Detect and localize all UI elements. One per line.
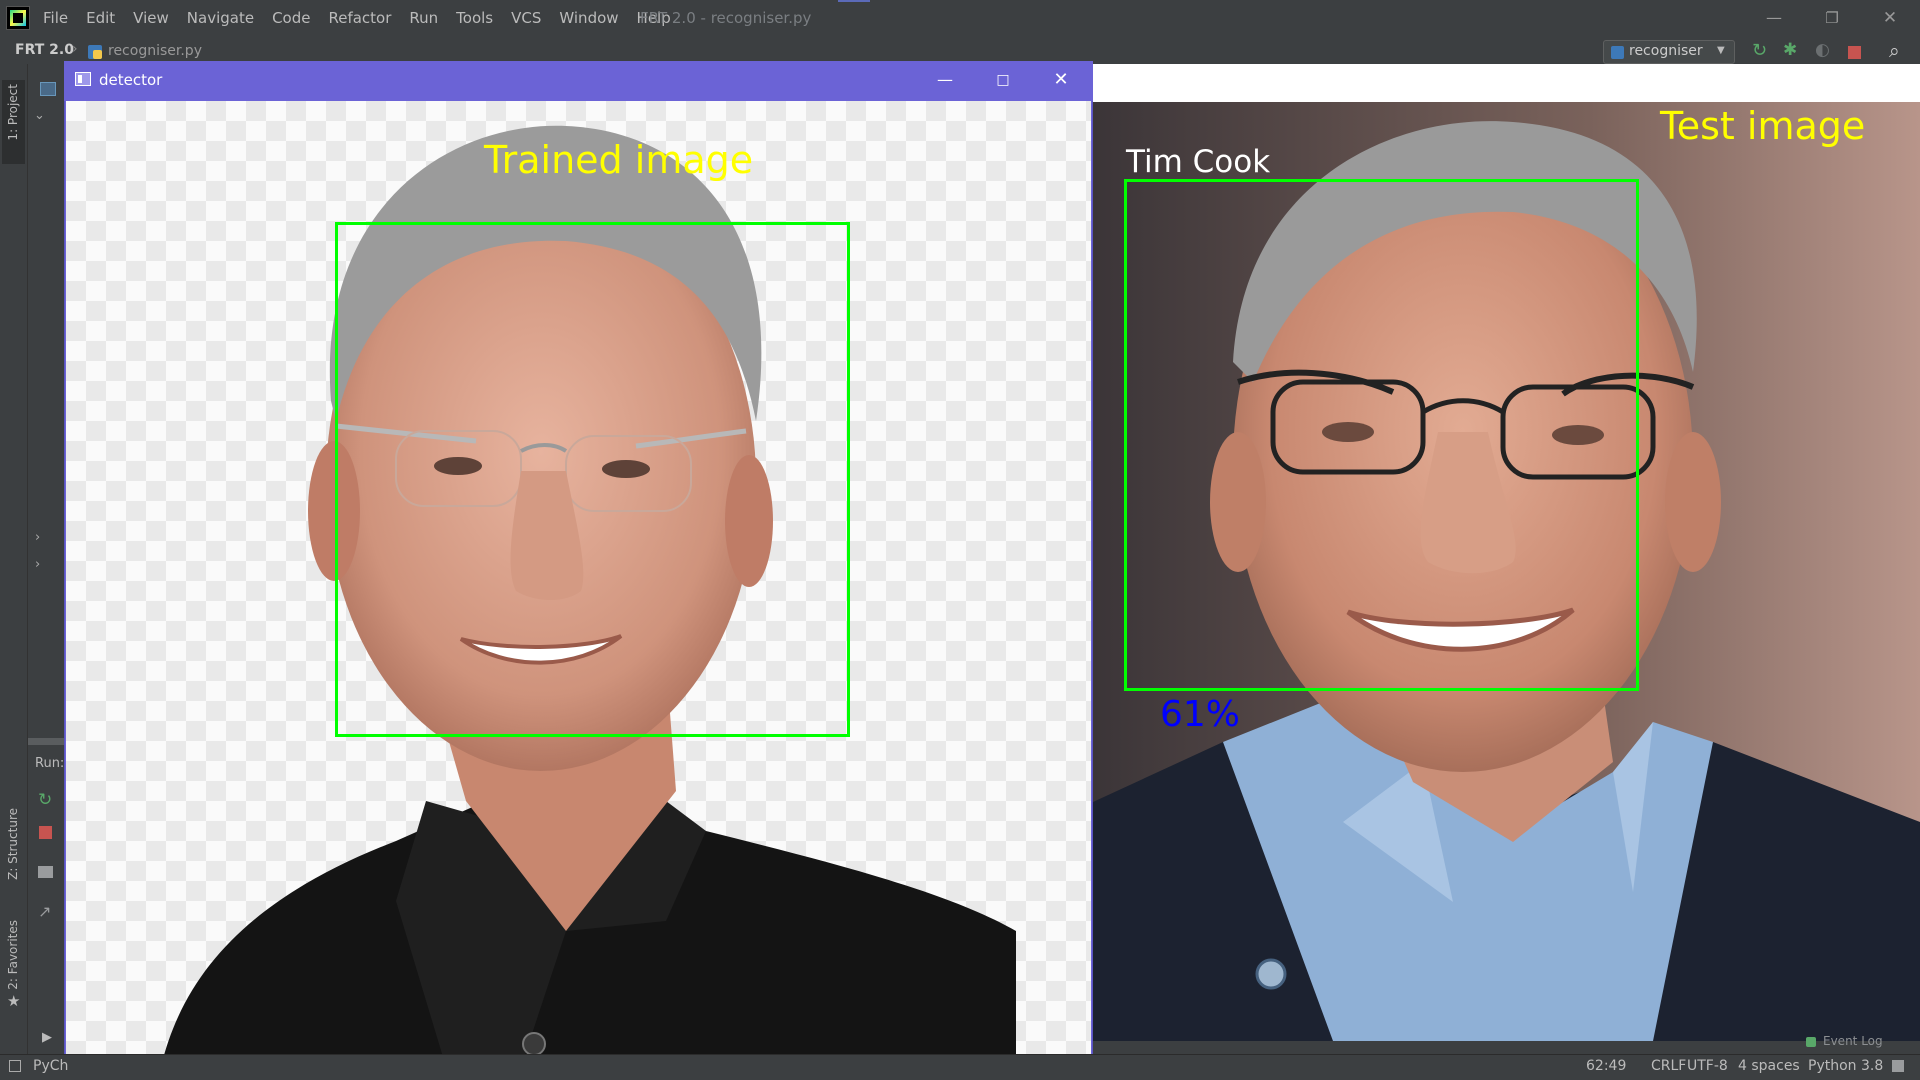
- rerun-icon[interactable]: ↻: [38, 790, 52, 810]
- test-window-header: [1093, 64, 1920, 102]
- star-icon: ★: [7, 992, 21, 1010]
- line-ending[interactable]: CRLF: [1651, 1058, 1686, 1074]
- window-app-icon: [75, 72, 91, 86]
- menu-run[interactable]: Run: [406, 9, 441, 27]
- menu-vcs[interactable]: VCS: [508, 9, 544, 27]
- menu-tools[interactable]: Tools: [453, 9, 496, 27]
- debug-icon[interactable]: ✱: [1783, 40, 1797, 60]
- minimize-icon[interactable]: —: [1762, 4, 1786, 32]
- caret-position[interactable]: 62:49: [1586, 1058, 1626, 1074]
- panel-divider[interactable]: [28, 738, 64, 745]
- python-file-icon: [88, 45, 102, 59]
- status-bar: [0, 1054, 1920, 1080]
- status-app-label: PyCh: [33, 1058, 69, 1074]
- breadcrumb-project[interactable]: FRT 2.0: [15, 42, 74, 58]
- run-config-label: recogniser: [1629, 43, 1703, 59]
- menu-file[interactable]: File: [40, 9, 71, 27]
- menu-code[interactable]: Code: [269, 9, 313, 27]
- file-encoding[interactable]: UTF-8: [1687, 1058, 1728, 1074]
- left-tool-strip: [0, 64, 28, 1054]
- python-config-icon: [1611, 46, 1624, 59]
- pycharm-logo-icon: [6, 6, 30, 30]
- run-panel-label: Run:: [35, 756, 65, 771]
- test-face-box: [1124, 179, 1639, 691]
- menu-window[interactable]: Window: [556, 9, 621, 27]
- menu-view[interactable]: View: [130, 9, 172, 27]
- rerun-icon[interactable]: ↻: [1752, 40, 1767, 61]
- event-log-icon: [1806, 1037, 1816, 1047]
- window-title: FRT 2.0 - recogniser.py: [640, 9, 812, 27]
- tool-tab-favorites[interactable]: 2: Favorites: [6, 920, 20, 990]
- chevron-down-icon: ▼: [1717, 45, 1725, 56]
- chevron-down-icon[interactable]: ⌄: [34, 108, 45, 123]
- main-menu: File Edit View Navigate Code Refactor Ru…: [40, 0, 674, 36]
- chevron-right-icon[interactable]: ›: [35, 530, 40, 545]
- close-icon[interactable]: ✕: [1046, 66, 1076, 94]
- tool-window-toggle-icon[interactable]: [9, 1060, 21, 1072]
- maximize-icon[interactable]: □: [988, 66, 1018, 94]
- breadcrumb-file[interactable]: recogniser.py: [108, 43, 202, 59]
- python-interpreter[interactable]: Python 3.8: [1808, 1058, 1883, 1074]
- breadcrumb-separator-icon: ›: [72, 41, 78, 57]
- event-log-tab[interactable]: Event Log: [1823, 1034, 1883, 1048]
- stop-icon[interactable]: [1848, 46, 1861, 59]
- test-image-label: Test image: [1660, 104, 1866, 148]
- tool-tab-project-label: 1: Project: [6, 84, 20, 141]
- tool-tab-structure[interactable]: Z: Structure: [6, 808, 20, 880]
- menu-refactor[interactable]: Refactor: [325, 9, 394, 27]
- module-icon: [40, 82, 56, 96]
- layout-icon[interactable]: [38, 866, 53, 878]
- trained-image-label: Trained image: [484, 138, 754, 182]
- indent-setting[interactable]: 4 spaces: [1738, 1058, 1800, 1074]
- restore-icon[interactable]: ❐: [1820, 4, 1844, 32]
- close-icon[interactable]: ✕: [1878, 4, 1902, 32]
- coverage-icon[interactable]: ◐: [1815, 40, 1830, 60]
- search-icon[interactable]: ⌕: [1889, 40, 1900, 62]
- chevron-right-icon[interactable]: ›: [35, 557, 40, 572]
- recognized-name-label: Tim Cook: [1126, 144, 1271, 180]
- confidence-label: 61%: [1160, 694, 1241, 735]
- detector-title: detector: [99, 71, 163, 89]
- play-icon[interactable]: ▶: [42, 1030, 52, 1045]
- minimize-icon[interactable]: —: [930, 66, 960, 94]
- title-accent-line: [838, 0, 870, 2]
- stop-icon[interactable]: [39, 826, 52, 839]
- menu-navigate[interactable]: Navigate: [184, 9, 257, 27]
- menu-edit[interactable]: Edit: [83, 9, 118, 27]
- lock-icon[interactable]: [1892, 1060, 1904, 1072]
- pin-icon[interactable]: ↗: [38, 902, 51, 921]
- trained-face-box: [335, 222, 850, 737]
